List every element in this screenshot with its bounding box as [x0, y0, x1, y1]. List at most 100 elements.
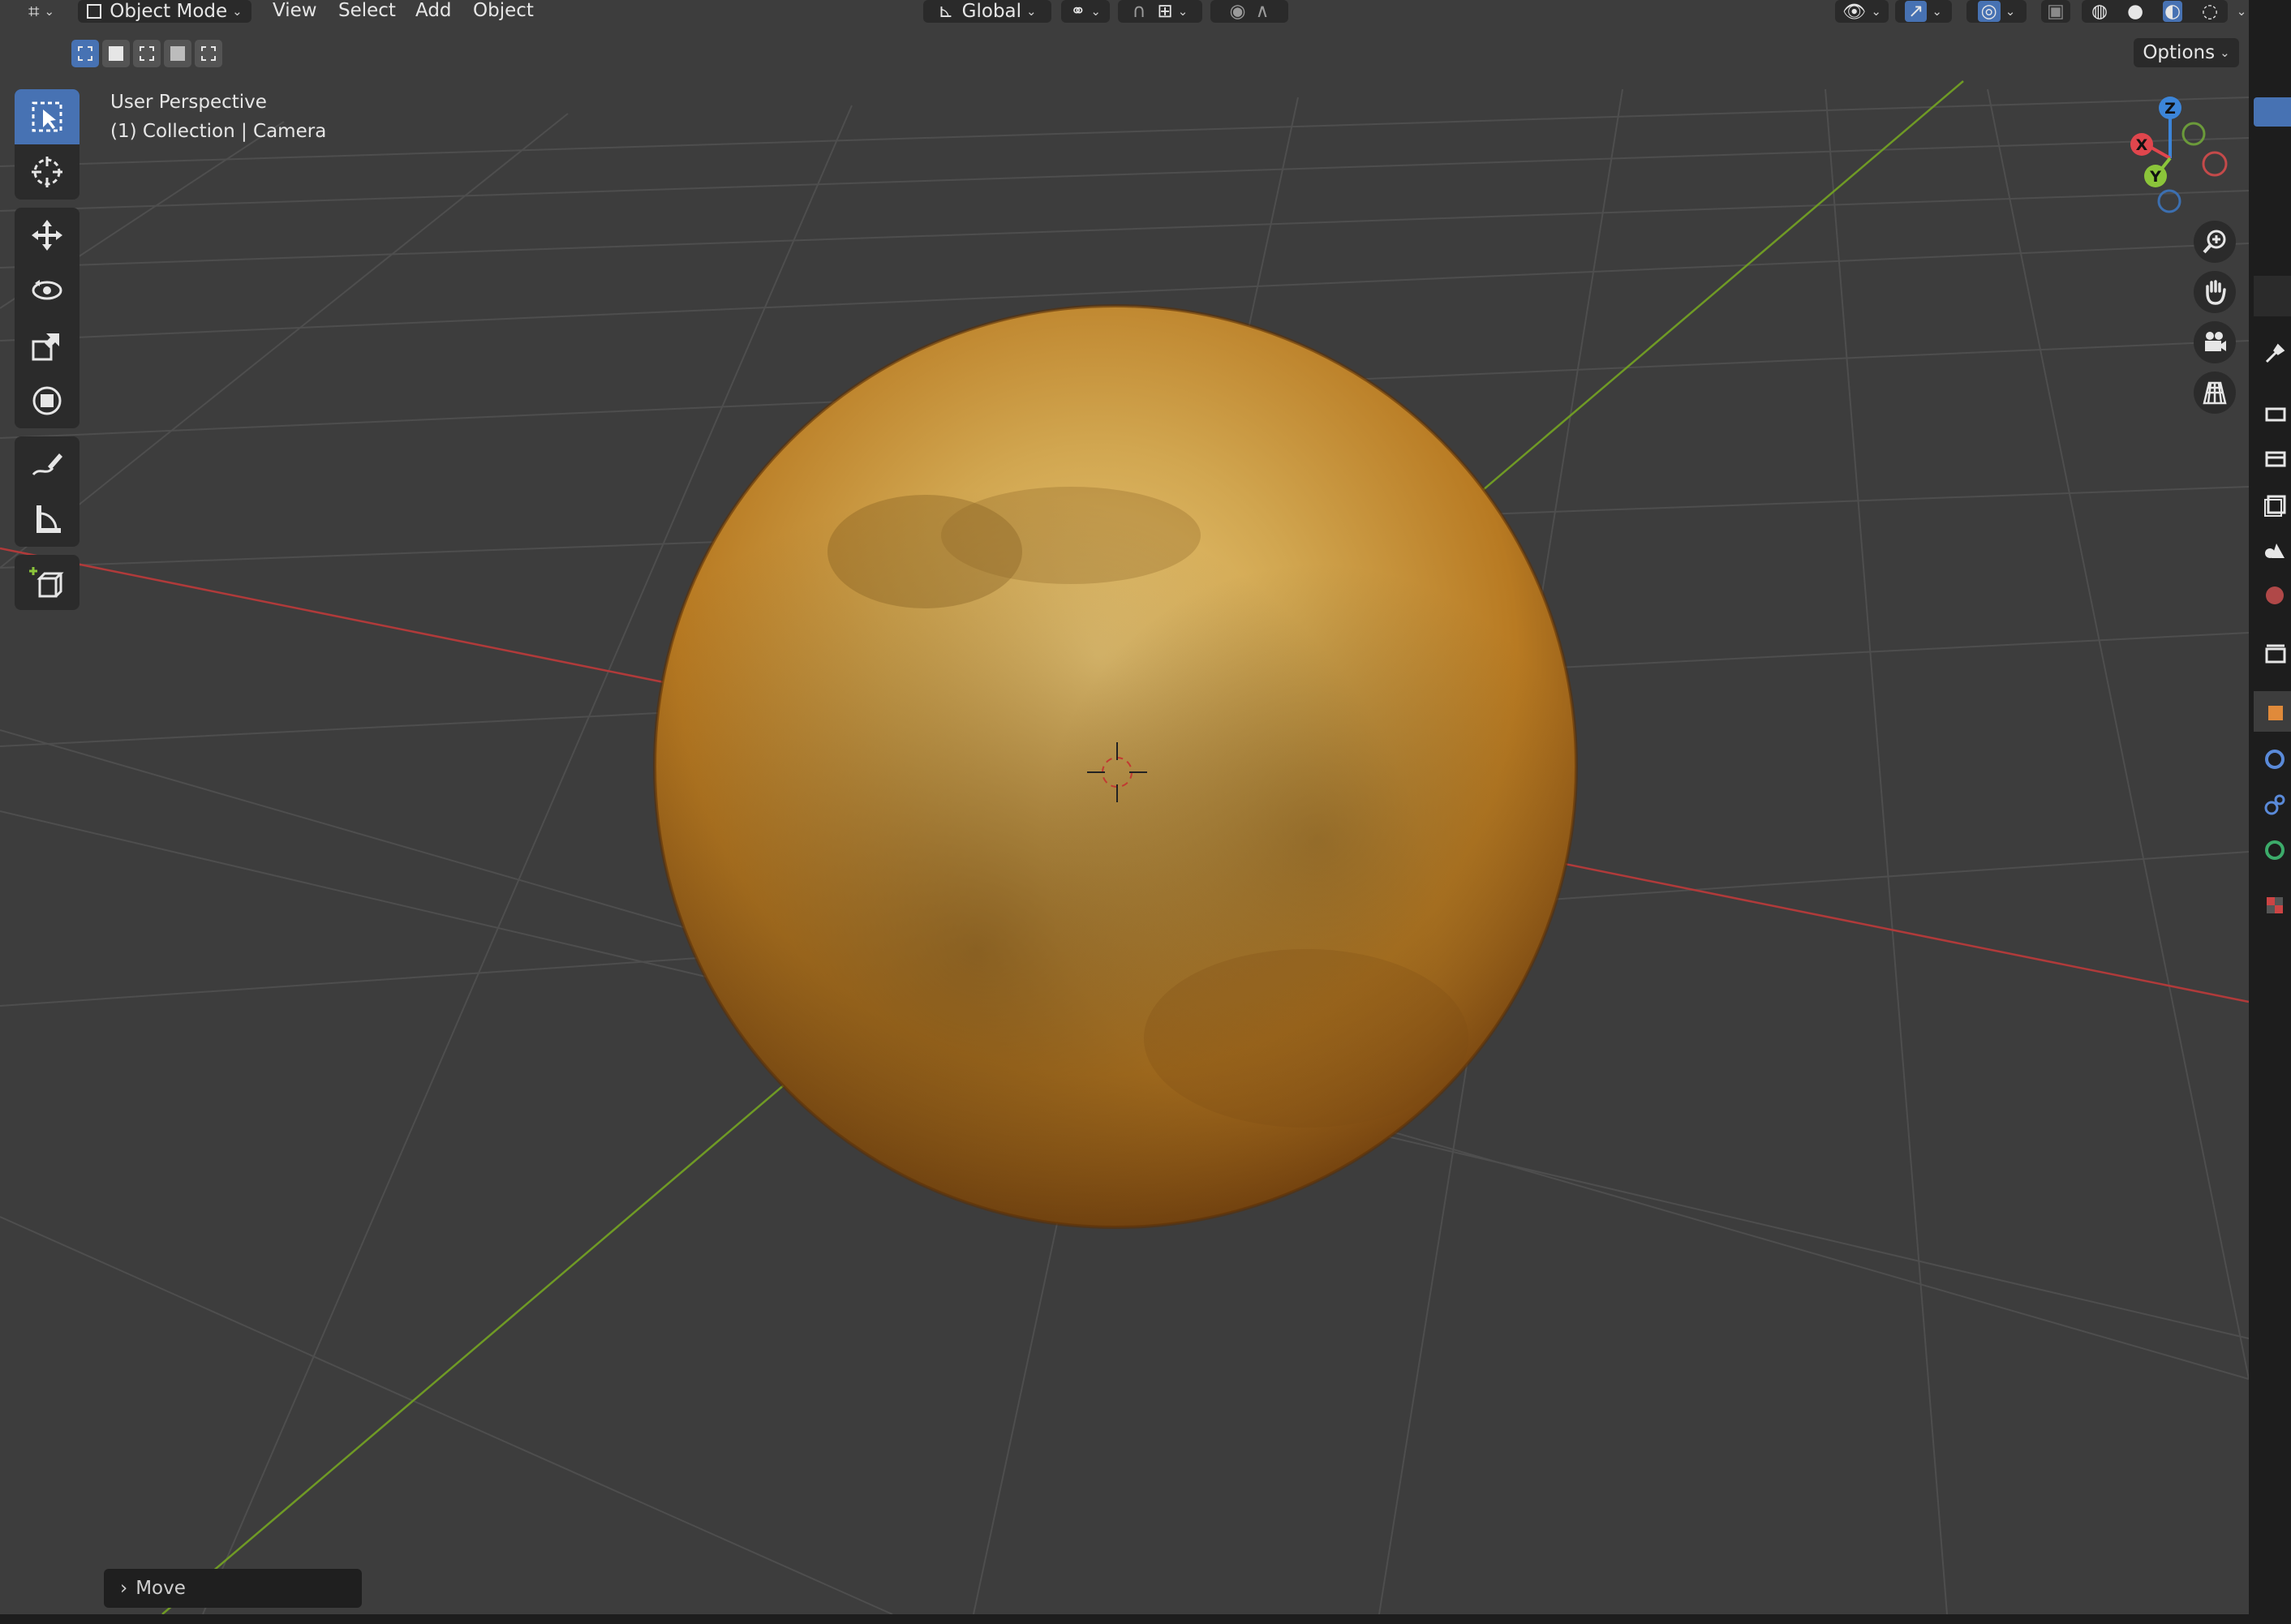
visibility-dropdown[interactable]: 👁 ⌄	[1835, 0, 1889, 23]
world-icon[interactable]	[2262, 582, 2288, 608]
last-operator-label: Move	[135, 1578, 186, 1599]
transform-orientation-dropdown[interactable]: ⊾ Global ⌄	[923, 0, 1051, 23]
render-icon[interactable]	[2262, 401, 2288, 427]
select-box-tool[interactable]	[15, 89, 80, 144]
viewport-scene	[0, 80, 2249, 1614]
3d-viewport-icon: ⌗	[28, 0, 40, 23]
viewport-info: User Perspective (1) Collection | Camera	[110, 88, 326, 146]
gold-sphere[interactable]	[653, 304, 1578, 1229]
gizmo-x-label: X	[2136, 136, 2148, 154]
annotate-icon	[32, 453, 62, 476]
select-subtract-icon	[140, 46, 154, 61]
shading-options-dropdown[interactable]: ⌄	[2229, 0, 2249, 23]
pan-hand-icon	[2206, 280, 2226, 305]
camera-view-button[interactable]	[2194, 321, 2236, 363]
wireframe-shading-icon[interactable]: ◍	[2091, 1, 2108, 22]
status-bar	[0, 1614, 2291, 1624]
camera-view-icon	[2205, 332, 2226, 351]
overlays-icon: ◎	[1977, 1, 2001, 22]
menu-select[interactable]: Select	[338, 0, 396, 23]
menu-view[interactable]: View	[273, 0, 317, 23]
tool-icon[interactable]	[2262, 341, 2288, 367]
perspective-grid-icon	[2203, 381, 2227, 405]
annotate-tool[interactable]	[15, 436, 80, 492]
gizmo-z-label: Z	[2164, 100, 2176, 118]
view-layer-icon[interactable]	[2262, 492, 2288, 518]
physics-icon[interactable]	[2262, 837, 2288, 863]
pan-button[interactable]	[2194, 271, 2236, 313]
snapping-controls[interactable]: ∩ ⊞ ⌄	[1118, 0, 1202, 23]
menu-object[interactable]: Object	[473, 0, 534, 23]
select-invert-icon	[170, 46, 185, 61]
gizmo-toggle[interactable]: ↗ ⌄	[1895, 0, 1952, 23]
gizmo-neg-x[interactable]	[2202, 151, 2228, 177]
select-extend-button[interactable]	[102, 40, 130, 67]
falloff-icon[interactable]: ∧	[1256, 1, 1270, 22]
xray-icon: ▣	[2047, 1, 2065, 22]
orientation-label: Global	[961, 1, 1022, 22]
gizmo-y-label: Y	[2149, 168, 2161, 186]
scale-icon	[32, 333, 59, 361]
select-intersect-button[interactable]	[195, 40, 222, 67]
transform-tool[interactable]	[15, 373, 80, 428]
texture-icon[interactable]	[2262, 892, 2288, 918]
pivot-point-dropdown[interactable]: ⚭ ⌄	[1061, 0, 1110, 23]
scale-tool[interactable]	[15, 318, 80, 373]
mode-dropdown[interactable]: Object Mode ⌄	[78, 0, 251, 23]
chevron-right-icon: ›	[120, 1578, 128, 1599]
cursor-icon	[32, 157, 62, 187]
options-label: Options	[2143, 42, 2216, 63]
material-preview-shading-icon[interactable]: ◐	[2162, 1, 2183, 22]
rotate-tool[interactable]	[15, 263, 80, 318]
gizmo-icon: ↗	[1905, 1, 1928, 22]
object-mode-icon	[87, 4, 102, 19]
proportional-edit-icon[interactable]: ◉	[1230, 1, 1246, 22]
shading-modes[interactable]: ◍ ● ◐ ◌	[2082, 0, 2228, 23]
object-icon[interactable]	[2262, 699, 2288, 725]
add-cube-tool[interactable]	[15, 555, 80, 610]
measure-tool[interactable]	[15, 492, 80, 547]
3d-viewport[interactable]: ⌗ ⌄ Object Mode ⌄ View Select Add Object …	[0, 0, 2249, 1614]
eye-icon: 👁	[1842, 1, 1867, 23]
snap-magnet-icon[interactable]: ∩	[1133, 1, 1146, 22]
options-dropdown[interactable]: Options ⌄	[2134, 38, 2239, 67]
chevron-down-icon: ⌄	[2236, 4, 2247, 19]
navigation-gizmo[interactable]: Z X Y	[2101, 89, 2239, 227]
cursor-tool[interactable]	[15, 144, 80, 200]
scene-icon[interactable]	[2262, 537, 2288, 563]
last-operator-panel[interactable]: › Move	[104, 1569, 362, 1608]
viewport-header: ⌗ ⌄ Object Mode ⌄ View Select Add Object …	[0, 0, 2249, 23]
select-invert-button[interactable]	[164, 40, 191, 67]
active-region-indicator	[2254, 97, 2291, 127]
particles-icon[interactable]	[2262, 792, 2288, 818]
gizmo-neg-z[interactable]	[2157, 189, 2181, 213]
selection-mode-buttons	[71, 40, 227, 67]
rendered-shading-icon[interactable]: ◌	[2202, 1, 2218, 22]
select-extend-icon	[109, 46, 123, 61]
orientation-icon: ⊾	[938, 1, 954, 22]
measure-icon	[37, 505, 61, 533]
editor-type-button[interactable]: ⌗ ⌄	[18, 0, 65, 23]
solid-shading-icon[interactable]: ●	[2127, 1, 2143, 22]
gizmo-neg-y[interactable]	[2181, 122, 2206, 146]
modifier-icon[interactable]	[2262, 746, 2288, 772]
proportional-editing-controls[interactable]: ◉ ∧	[1210, 0, 1288, 23]
properties-editor-tabs	[2249, 0, 2291, 1624]
perspective-toggle-button[interactable]	[2194, 372, 2236, 414]
move-tool[interactable]	[15, 208, 80, 263]
rotate-icon	[32, 280, 62, 300]
collection-icon[interactable]	[2262, 641, 2288, 667]
menu-add[interactable]: Add	[415, 0, 452, 23]
zoom-button[interactable]	[2194, 221, 2236, 263]
tool-shelf	[15, 89, 80, 618]
add-cube-icon	[29, 567, 64, 598]
snap-increment-icon[interactable]: ⊞	[1157, 1, 1172, 22]
output-icon[interactable]	[2262, 446, 2288, 472]
xray-toggle[interactable]: ▣	[2041, 0, 2070, 23]
select-subtract-button[interactable]	[133, 40, 161, 67]
zoom-icon	[2203, 230, 2226, 254]
select-new-button[interactable]	[71, 40, 99, 67]
view-name: User Perspective	[110, 92, 267, 113]
move-icon	[32, 220, 62, 251]
overlays-toggle[interactable]: ◎ ⌄	[1966, 0, 2027, 23]
